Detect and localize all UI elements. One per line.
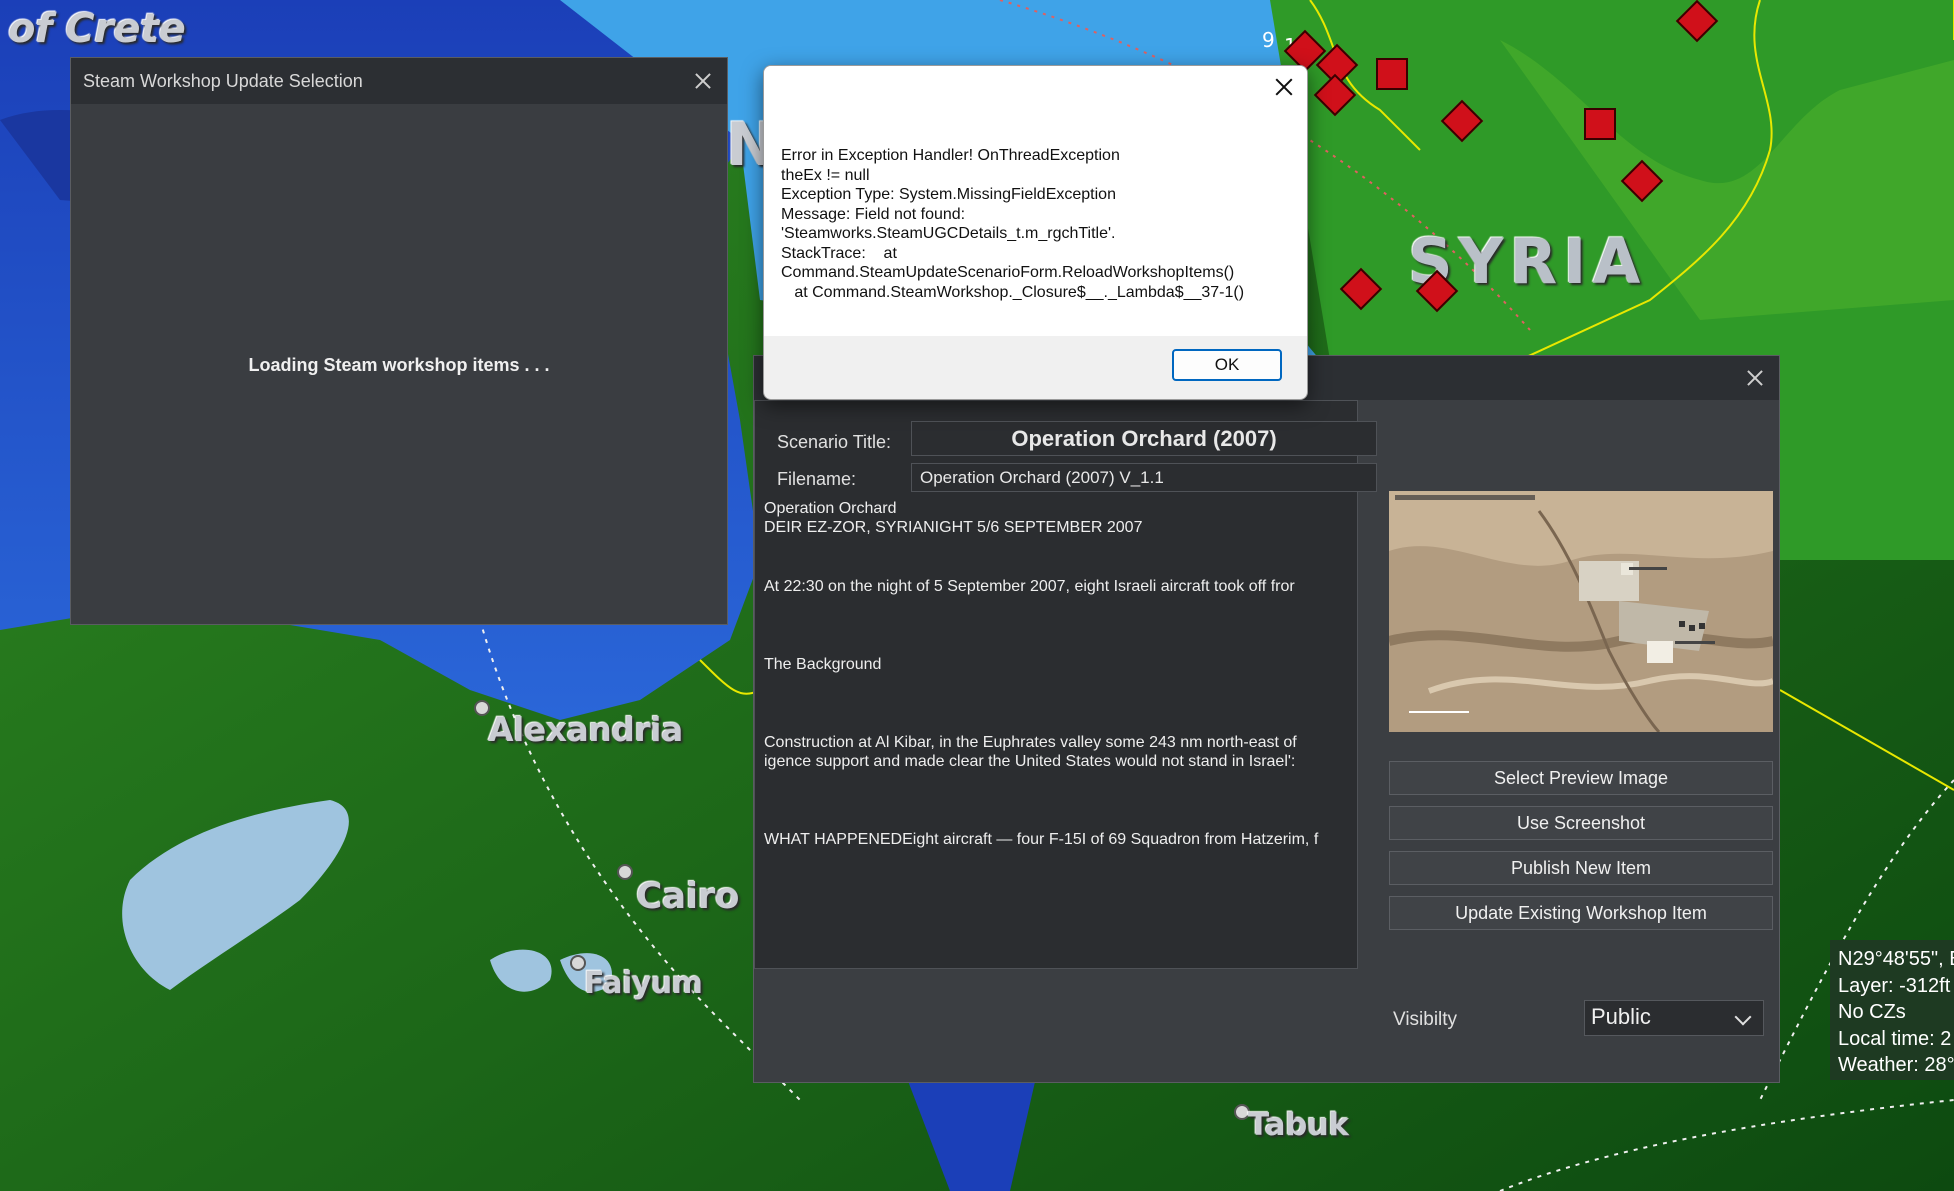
error-dialog: Error in Exception Handler! OnThreadExce… [763,65,1308,400]
update-existing-item-button[interactable]: Update Existing Workshop Item [1389,896,1773,930]
description-heading: Operation Orchard [764,500,897,517]
weather-readout: Weather: 28° [1838,1054,1954,1076]
unit-marker[interactable] [1376,58,1408,90]
filename-field[interactable]: Operation Orchard (2007) V_1.1 [911,463,1377,492]
close-icon[interactable] [1273,76,1295,98]
window-title: Steam Workshop Update Selection [83,70,363,91]
cz-readout: No CZs [1838,1001,1906,1023]
visibility-selected-value: Public [1591,1004,1651,1029]
unit-count-label: 9 [1262,28,1275,52]
layer-readout: Layer: -312ft [1838,974,1951,997]
preview-image [1389,491,1773,732]
local-time-readout: Local time: 2 [1838,1027,1952,1050]
chevron-down-icon [1734,1008,1752,1026]
description-paragraph: At 22:30 on the night of 5 September 200… [764,578,1295,595]
coordinates-readout: N29°48'55", E [1838,948,1954,970]
map-label-faiyum: Faiyum [584,966,703,1001]
map-label-alexandria: Alexandria [488,710,683,749]
description-paragraph: igence support and made clear the United… [764,753,1296,770]
loading-message: Loading Steam workshop items . . . [248,355,550,375]
error-message: Error in Exception Handler! OnThreadExce… [781,147,1245,301]
map-label-crete: of Crete [8,6,186,52]
workshop-publish-window: Scenario Title: Operation Orchard (2007)… [753,355,1780,1083]
map-label-tabuk: Tabuk [1248,1107,1349,1143]
unit-marker[interactable] [1584,108,1616,140]
window-titlebar[interactable]: Steam Workshop Update Selection [71,58,727,104]
description-paragraph: WHAT HAPPENEDEight aircraft — four F-15I… [764,831,1319,848]
close-button[interactable] [693,71,713,91]
scenario-title-label: Scenario Title: [777,432,892,452]
description-section-heading: The Background [764,656,882,673]
satellite-preview-graphic [1389,491,1773,732]
filename-label: Filename: [777,469,857,489]
map-label-cairo: Cairo [636,876,740,917]
use-screenshot-button[interactable]: Use Screenshot [1389,806,1773,840]
city-marker-cairo[interactable] [617,864,633,880]
select-preview-image-button[interactable]: Select Preview Image [1389,761,1773,795]
error-dialog-body: Error in Exception Handler! OnThreadExce… [764,66,1307,336]
visibility-dropdown[interactable]: Public [1584,1000,1764,1036]
scenario-title-field[interactable]: Operation Orchard (2007) [911,421,1377,456]
map-status-readout: N29°48'55", E Layer: -312ft No CZs Local… [1830,940,1954,1080]
workshop-update-selection-window: Steam Workshop Update Selection Loading … [70,57,728,625]
close-button[interactable] [1745,368,1765,388]
visibility-label: Visibilty [1393,1009,1458,1030]
ok-button[interactable]: OK [1172,349,1282,381]
description-paragraph: Construction at Al Kibar, in the Euphrat… [764,734,1297,751]
publish-new-item-button[interactable]: Publish New Item [1389,851,1773,885]
description-subheading: DEIR EZ-ZOR, SYRIANIGHT 5/6 SEPTEMBER 20… [764,519,1143,536]
